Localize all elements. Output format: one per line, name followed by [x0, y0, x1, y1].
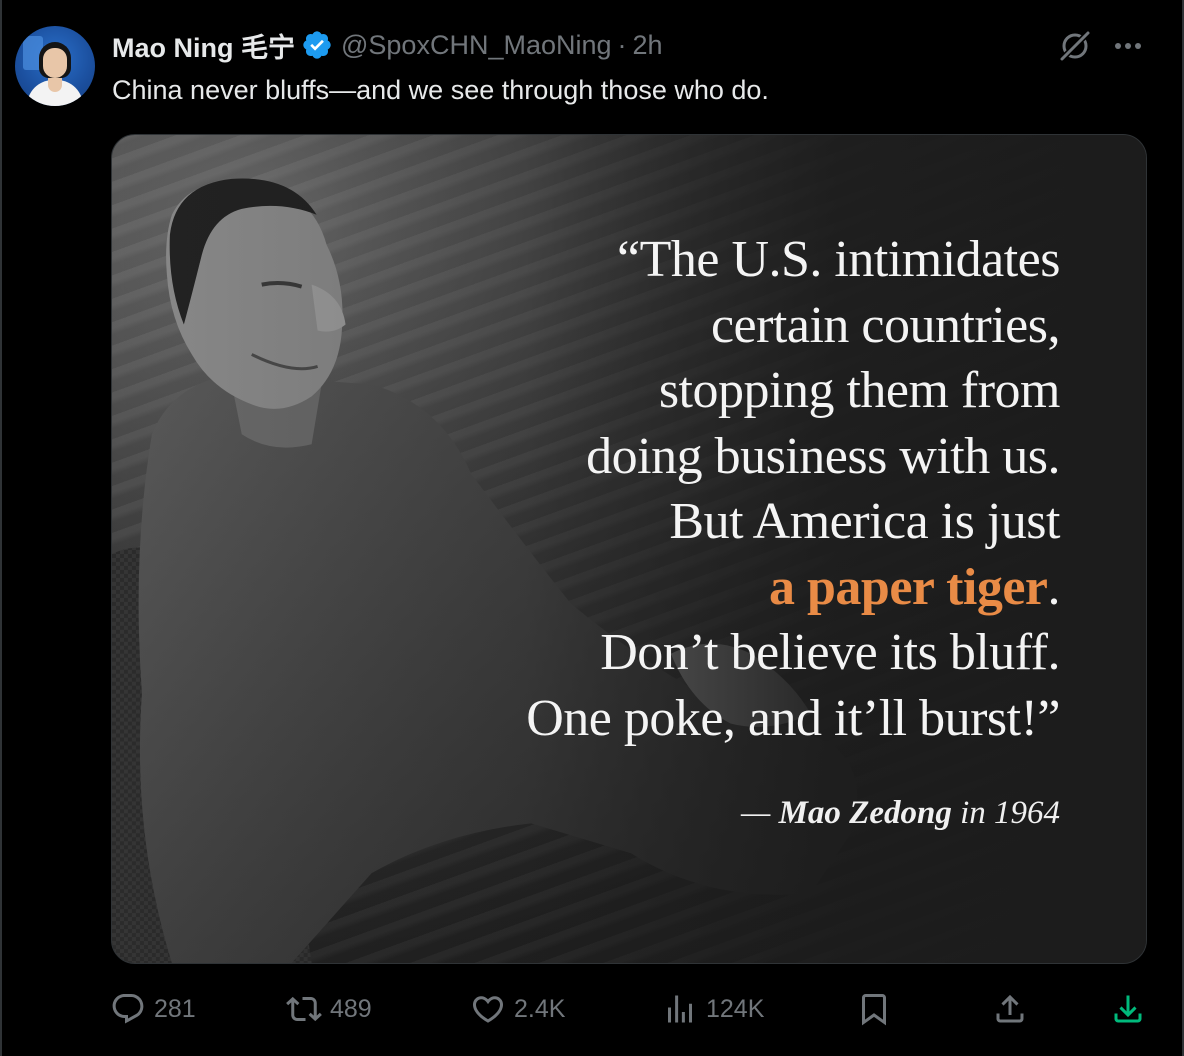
heart-icon — [472, 996, 504, 1023]
quote-line: certain countries, — [710, 296, 1061, 354]
share-icon — [996, 994, 1024, 1023]
share-button[interactable] — [992, 986, 1028, 1032]
author-handle[interactable]: @SpoxCHN_MaoNing — [341, 30, 612, 61]
display-name[interactable]: Mao Ning 毛宁 — [112, 26, 295, 65]
download-icon — [1114, 995, 1142, 1023]
more-icon[interactable] — [1110, 30, 1146, 62]
views-icon — [668, 995, 692, 1023]
attribution-year: in 1964 — [960, 795, 1060, 831]
avatar-face — [43, 48, 67, 78]
attribution-dash: — — [740, 795, 771, 831]
repost-count: 489 — [330, 994, 372, 1023]
avatar[interactable] — [15, 26, 95, 106]
reply-button[interactable]: 281 — [110, 986, 196, 1032]
timestamp[interactable]: 2h — [633, 30, 663, 61]
tweet-card[interactable]: Mao Ning 毛宁 @SpoxCHN_MaoNing · 2h China … — [0, 0, 1184, 1056]
quote-accent-phrase: a paper tiger — [769, 558, 1048, 616]
like-button[interactable]: 2.4K — [470, 986, 565, 1032]
grok-icon[interactable] — [1058, 29, 1092, 63]
separator-dot: · — [617, 29, 627, 60]
repost-button[interactable]: 489 — [286, 986, 372, 1032]
views-count: 124K — [706, 994, 765, 1023]
reply-count: 281 — [154, 994, 196, 1023]
views-button[interactable]: 124K — [662, 986, 764, 1032]
quote-line: Don’t believe its bluff. — [600, 624, 1060, 681]
quote-line-accent: a paper tiger. — [420, 555, 1060, 621]
tweet-actions-bar: 281 489 2.4K 124K — [110, 986, 1150, 1032]
tweet-text: China never bluffs—and we see through th… — [112, 75, 769, 105]
download-button[interactable] — [1110, 986, 1146, 1032]
verified-badge-icon[interactable] — [301, 29, 333, 61]
bookmark-icon — [862, 994, 886, 1026]
tweet-media-image[interactable]: “The U.S. intimidates certain countries,… — [111, 134, 1147, 964]
quote-attribution: — Mao Zedong in 1964 — [741, 795, 1060, 832]
attribution-name: Mao Zedong — [778, 795, 952, 831]
reply-icon — [112, 994, 144, 1024]
avatar-neck — [48, 78, 62, 92]
quote-accent-suffix: . — [1047, 558, 1061, 616]
tweet-header: Mao Ning 毛宁 @SpoxCHN_MaoNing · 2h — [112, 26, 663, 65]
quote-line: stopping them from — [658, 362, 1061, 419]
bookmark-button[interactable] — [856, 986, 892, 1032]
quote-text: “The U.S. intimidates certain countries,… — [420, 227, 1060, 751]
quote-line: But America is just — [669, 493, 1060, 550]
repost-icon — [286, 996, 322, 1022]
quote-line: One poke, and it’ll burst!” — [526, 689, 1060, 747]
quote-line: doing business with us. — [586, 427, 1060, 485]
quote-line: “The U.S. intimidates — [617, 231, 1060, 288]
like-count: 2.4K — [514, 994, 566, 1023]
